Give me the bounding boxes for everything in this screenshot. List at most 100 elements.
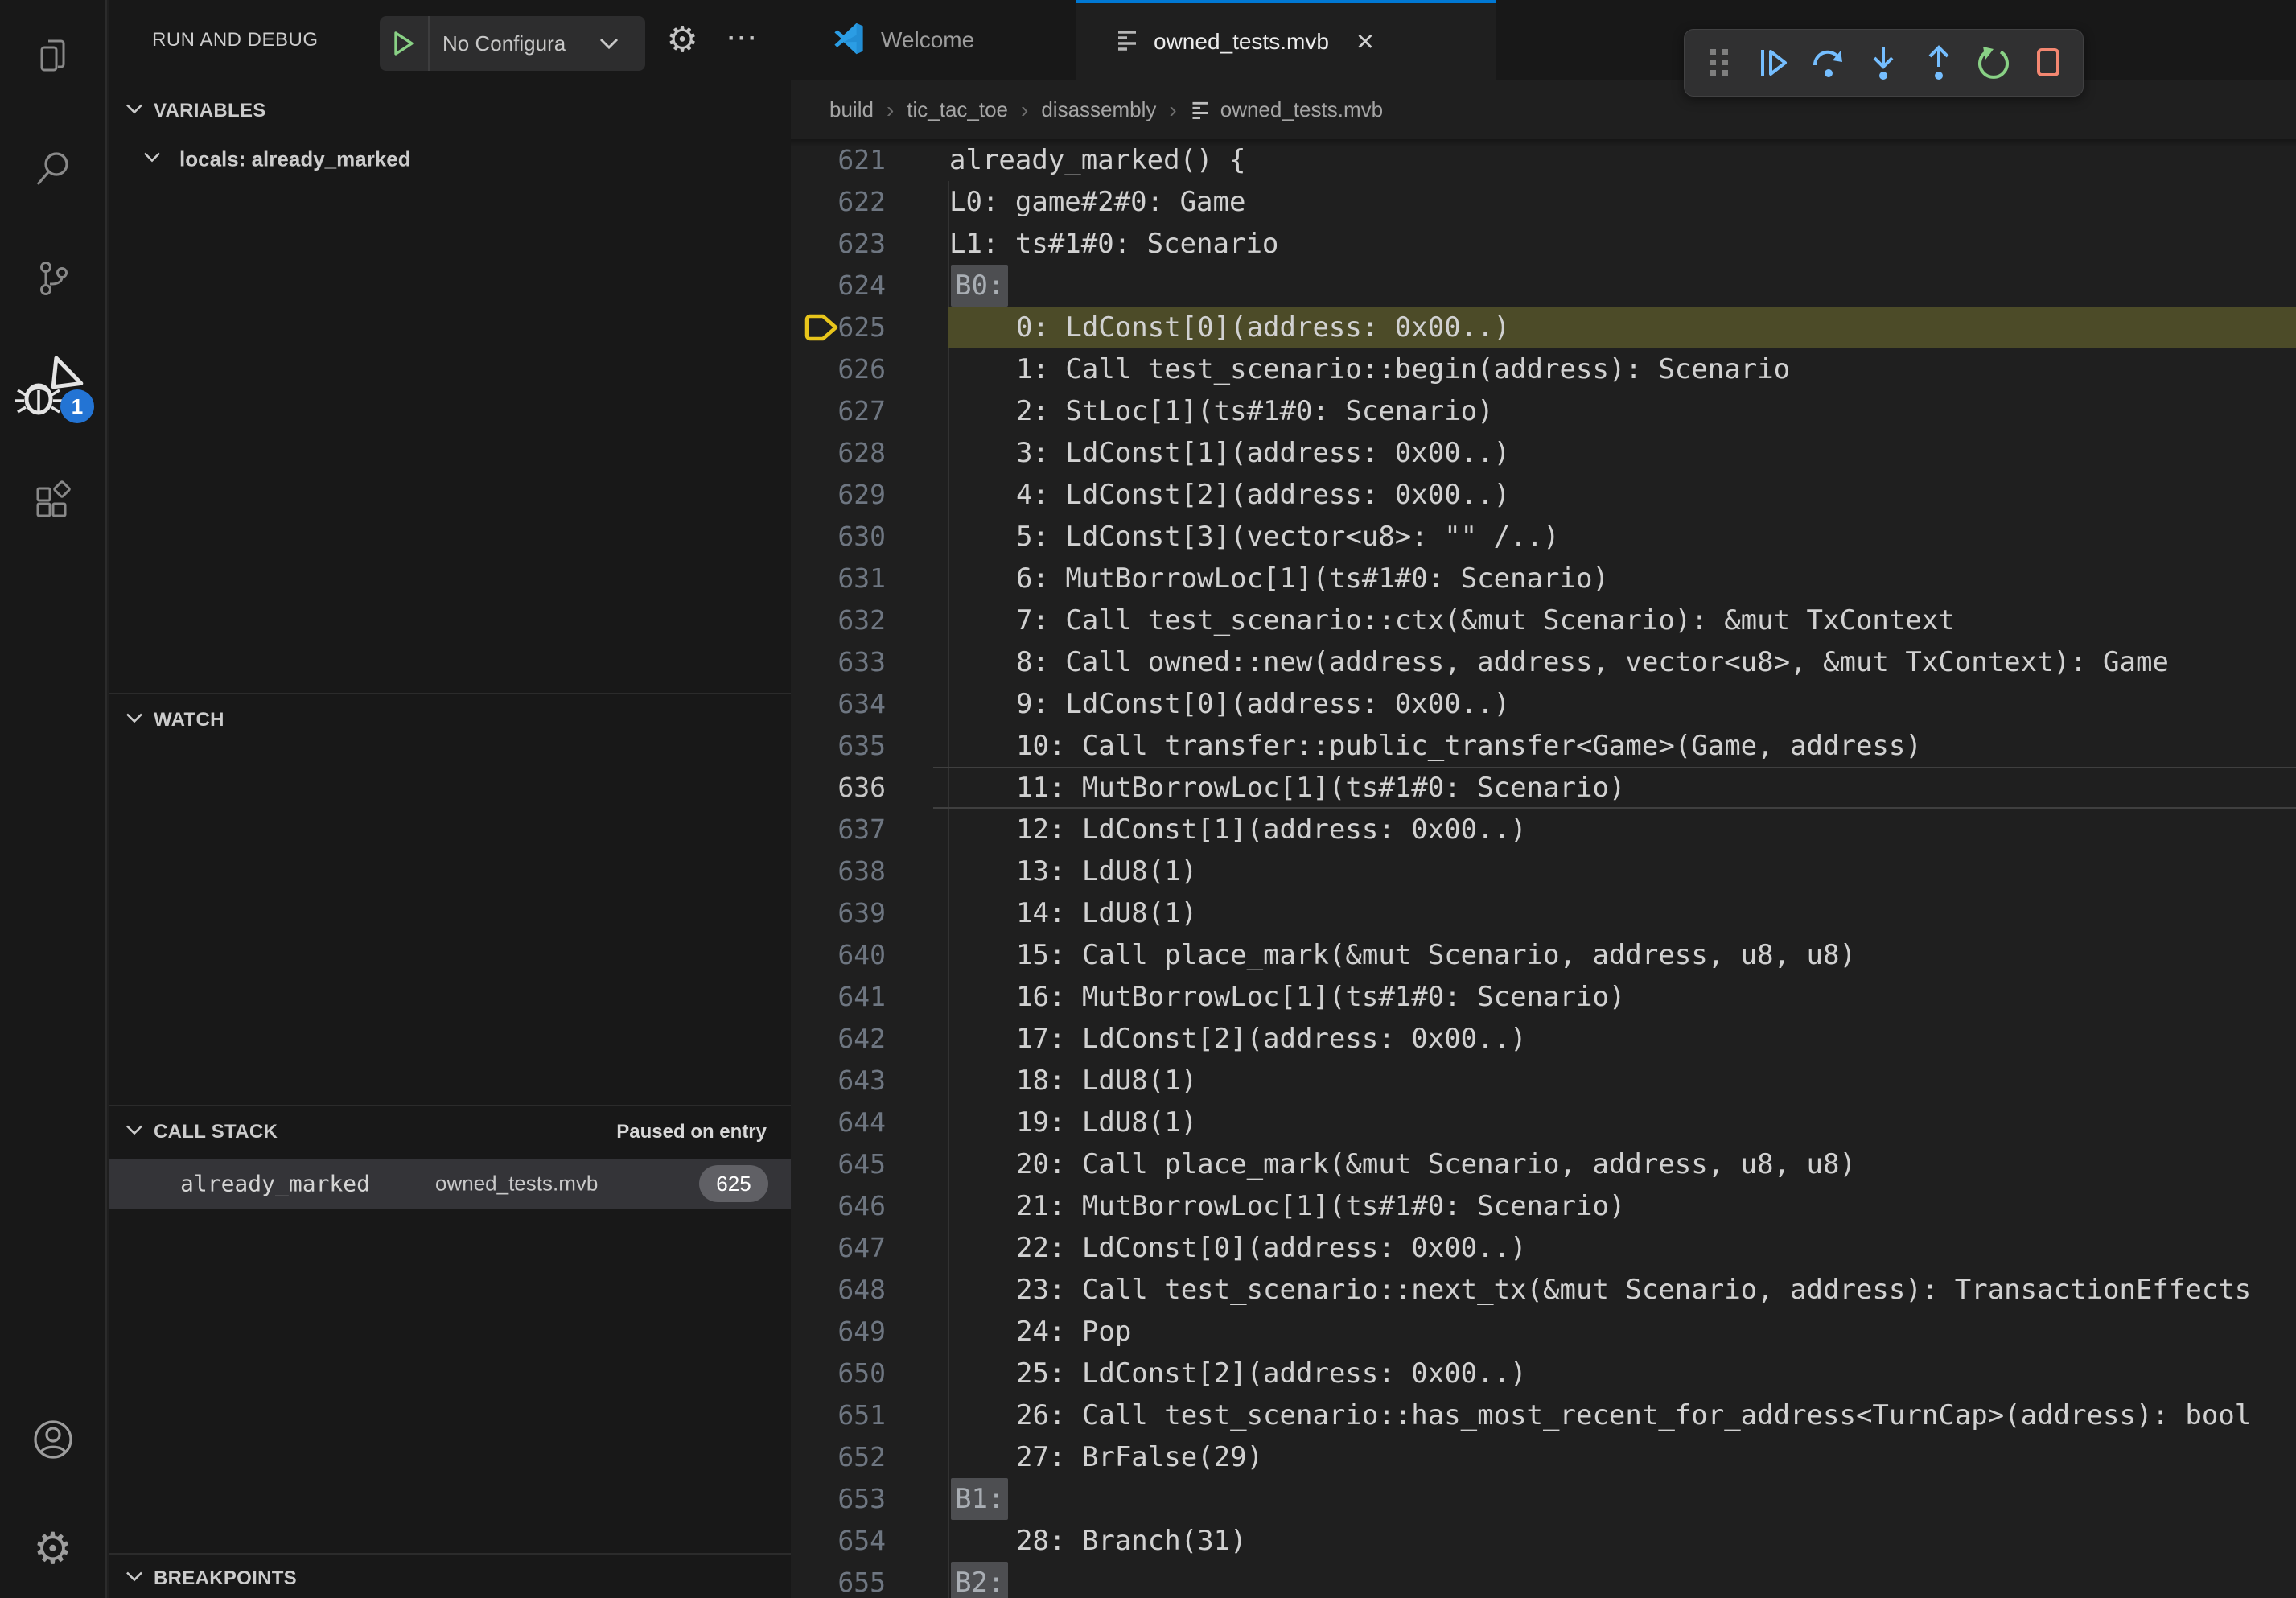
code-line-638[interactable]: 63813: LdU8(1) bbox=[791, 850, 2296, 892]
code-line-647[interactable]: 64722: LdConst[0](address: 0x00..) bbox=[791, 1227, 2296, 1269]
code-line-641[interactable]: 64116: MutBorrowLoc[1](ts#1#0: Scenario) bbox=[791, 976, 2296, 1018]
breadcrumb-item[interactable]: tic_tac_toe bbox=[907, 97, 1008, 122]
restart-button[interactable] bbox=[1975, 44, 2012, 81]
drag-handle-icon[interactable] bbox=[1701, 44, 1738, 81]
tab-owned-tests[interactable]: owned_tests.mvb × bbox=[1076, 0, 1496, 80]
settings-button[interactable]: ⚙ bbox=[0, 1509, 105, 1587]
code-area[interactable]: 621already_marked() {622L0: game#2#0: Ga… bbox=[791, 139, 2296, 1598]
line-number[interactable]: 631 bbox=[791, 558, 886, 599]
code-line-630[interactable]: 6305: LdConst[3](vector<u8>: "" /..) bbox=[791, 516, 2296, 558]
line-number[interactable]: 643 bbox=[791, 1060, 886, 1102]
line-number[interactable]: 636 bbox=[791, 767, 886, 809]
sidebar-item-extensions[interactable] bbox=[0, 463, 105, 541]
line-number[interactable]: 628 bbox=[791, 432, 886, 474]
line-number[interactable]: 652 bbox=[791, 1436, 886, 1478]
continue-button[interactable] bbox=[1755, 44, 1792, 81]
code-line-624[interactable]: 624B0: bbox=[791, 265, 2296, 307]
code-line-654[interactable]: 65428: Branch(31) bbox=[791, 1520, 2296, 1562]
code-line-632[interactable]: 6327: Call test_scenario::ctx(&mut Scena… bbox=[791, 599, 2296, 641]
line-number[interactable]: 630 bbox=[791, 516, 886, 558]
line-number[interactable]: 627 bbox=[791, 390, 886, 432]
line-number[interactable]: 624 bbox=[791, 265, 886, 307]
code-line-627[interactable]: 6272: StLoc[1](ts#1#0: Scenario) bbox=[791, 390, 2296, 432]
line-number[interactable]: 651 bbox=[791, 1394, 886, 1436]
line-number[interactable]: 644 bbox=[791, 1102, 886, 1143]
line-number[interactable]: 637 bbox=[791, 809, 886, 850]
code-line-640[interactable]: 64015: Call place_mark(&mut Scenario, ad… bbox=[791, 934, 2296, 976]
line-number[interactable]: 635 bbox=[791, 725, 886, 767]
code-line-633[interactable]: 6338: Call owned::new(address, address, … bbox=[791, 641, 2296, 683]
debug-config-dropdown[interactable]: No Configura bbox=[380, 16, 645, 71]
code-line-643[interactable]: 64318: LdU8(1) bbox=[791, 1060, 2296, 1102]
code-line-631[interactable]: 6316: MutBorrowLoc[1](ts#1#0: Scenario) bbox=[791, 558, 2296, 599]
step-into-button[interactable] bbox=[1865, 44, 1902, 81]
line-number[interactable]: 645 bbox=[791, 1143, 886, 1185]
line-number[interactable]: 642 bbox=[791, 1018, 886, 1060]
sidebar-item-source-control[interactable] bbox=[0, 240, 105, 317]
code-line-637[interactable]: 63712: LdConst[1](address: 0x00..) bbox=[791, 809, 2296, 850]
code-line-635[interactable]: 63510: Call transfer::public_transfer<Ga… bbox=[791, 725, 2296, 767]
code-line-648[interactable]: 64823: Call test_scenario::next_tx(&mut … bbox=[791, 1269, 2296, 1311]
code-line-655[interactable]: 655B2: bbox=[791, 1562, 2296, 1598]
line-number[interactable]: 638 bbox=[791, 850, 886, 892]
tab-welcome[interactable]: Welcome bbox=[791, 0, 1076, 80]
call-stack-section-header[interactable]: CALL STACK Paused on entry bbox=[109, 1106, 791, 1158]
line-number[interactable]: 641 bbox=[791, 976, 886, 1018]
code-line-642[interactable]: 64217: LdConst[2](address: 0x00..) bbox=[791, 1018, 2296, 1060]
sidebar-item-explorer[interactable] bbox=[0, 17, 105, 94]
code-line-623[interactable]: 623L1: ts#1#0: Scenario bbox=[791, 223, 2296, 265]
line-number[interactable]: 653 bbox=[791, 1478, 886, 1520]
line-number[interactable]: 650 bbox=[791, 1353, 886, 1394]
variables-section-header[interactable]: VARIABLES bbox=[109, 87, 791, 135]
call-stack-frame-row[interactable]: already_marked owned_tests.mvb 625 bbox=[109, 1159, 791, 1209]
line-number[interactable]: 646 bbox=[791, 1185, 886, 1227]
debug-settings-gear-icon[interactable]: ⚙ bbox=[662, 0, 702, 80]
code-line-634[interactable]: 6349: LdConst[0](address: 0x00..) bbox=[791, 683, 2296, 725]
line-number[interactable]: 634 bbox=[791, 683, 886, 725]
more-actions-icon[interactable]: ··· bbox=[723, 0, 763, 80]
code-line-639[interactable]: 63914: LdU8(1) bbox=[791, 892, 2296, 934]
code-line-629[interactable]: 6294: LdConst[2](address: 0x00..) bbox=[791, 474, 2296, 516]
code-line-622[interactable]: 622L0: game#2#0: Game bbox=[791, 181, 2296, 223]
line-number[interactable]: 655 bbox=[791, 1562, 886, 1598]
step-over-button[interactable] bbox=[1810, 44, 1847, 81]
line-number[interactable]: 622 bbox=[791, 181, 886, 223]
code-line-645[interactable]: 64520: Call place_mark(&mut Scenario, ad… bbox=[791, 1143, 2296, 1185]
code-line-626[interactable]: 6261: Call test_scenario::begin(address)… bbox=[791, 348, 2296, 390]
line-number[interactable]: 621 bbox=[791, 139, 886, 181]
code-line-636[interactable]: 63611: MutBorrowLoc[1](ts#1#0: Scenario) bbox=[791, 767, 2296, 809]
account-button[interactable] bbox=[0, 1401, 105, 1478]
code-line-628[interactable]: 6283: LdConst[1](address: 0x00..) bbox=[791, 432, 2296, 474]
sidebar-item-search[interactable] bbox=[0, 130, 105, 207]
line-number[interactable]: 632 bbox=[791, 599, 886, 641]
code-line-621[interactable]: 621already_marked() { bbox=[791, 139, 2296, 181]
line-number[interactable]: 640 bbox=[791, 934, 886, 976]
code-line-651[interactable]: 65126: Call test_scenario::has_most_rece… bbox=[791, 1394, 2296, 1436]
line-number[interactable]: 654 bbox=[791, 1520, 886, 1562]
line-number[interactable]: 648 bbox=[791, 1269, 886, 1311]
watch-section-header[interactable]: WATCH bbox=[109, 694, 791, 746]
line-number[interactable]: 649 bbox=[791, 1311, 886, 1353]
code-line-653[interactable]: 653B1: bbox=[791, 1478, 2296, 1520]
line-number[interactable]: 647 bbox=[791, 1227, 886, 1269]
breakpoints-section-header[interactable]: BREAKPOINTS bbox=[109, 1556, 791, 1598]
breadcrumb-item[interactable]: build bbox=[829, 97, 874, 122]
code-line-650[interactable]: 65025: LdConst[2](address: 0x00..) bbox=[791, 1353, 2296, 1394]
step-out-button[interactable] bbox=[1920, 44, 1957, 81]
breadcrumb-item[interactable]: owned_tests.mvb bbox=[1220, 97, 1383, 122]
code-line-625[interactable]: 6250: LdConst[0](address: 0x00..) bbox=[791, 307, 2296, 348]
code-line-644[interactable]: 64419: LdU8(1) bbox=[791, 1102, 2296, 1143]
line-number[interactable]: 633 bbox=[791, 641, 886, 683]
line-number[interactable]: 639 bbox=[791, 892, 886, 934]
code-line-652[interactable]: 65227: BrFalse(29) bbox=[791, 1436, 2296, 1478]
variables-locals-row[interactable]: locals: already_marked bbox=[109, 137, 791, 182]
code-line-649[interactable]: 64924: Pop bbox=[791, 1311, 2296, 1353]
sidebar-item-run-and-debug[interactable]: 1 bbox=[0, 349, 105, 426]
stop-button[interactable] bbox=[2030, 44, 2067, 81]
line-number[interactable]: 626 bbox=[791, 348, 886, 390]
line-number[interactable]: 623 bbox=[791, 223, 886, 265]
code-line-646[interactable]: 64621: MutBorrowLoc[1](ts#1#0: Scenario) bbox=[791, 1185, 2296, 1227]
close-icon[interactable]: × bbox=[1356, 27, 1374, 57]
line-number[interactable]: 629 bbox=[791, 474, 886, 516]
start-debug-icon[interactable] bbox=[380, 16, 430, 71]
